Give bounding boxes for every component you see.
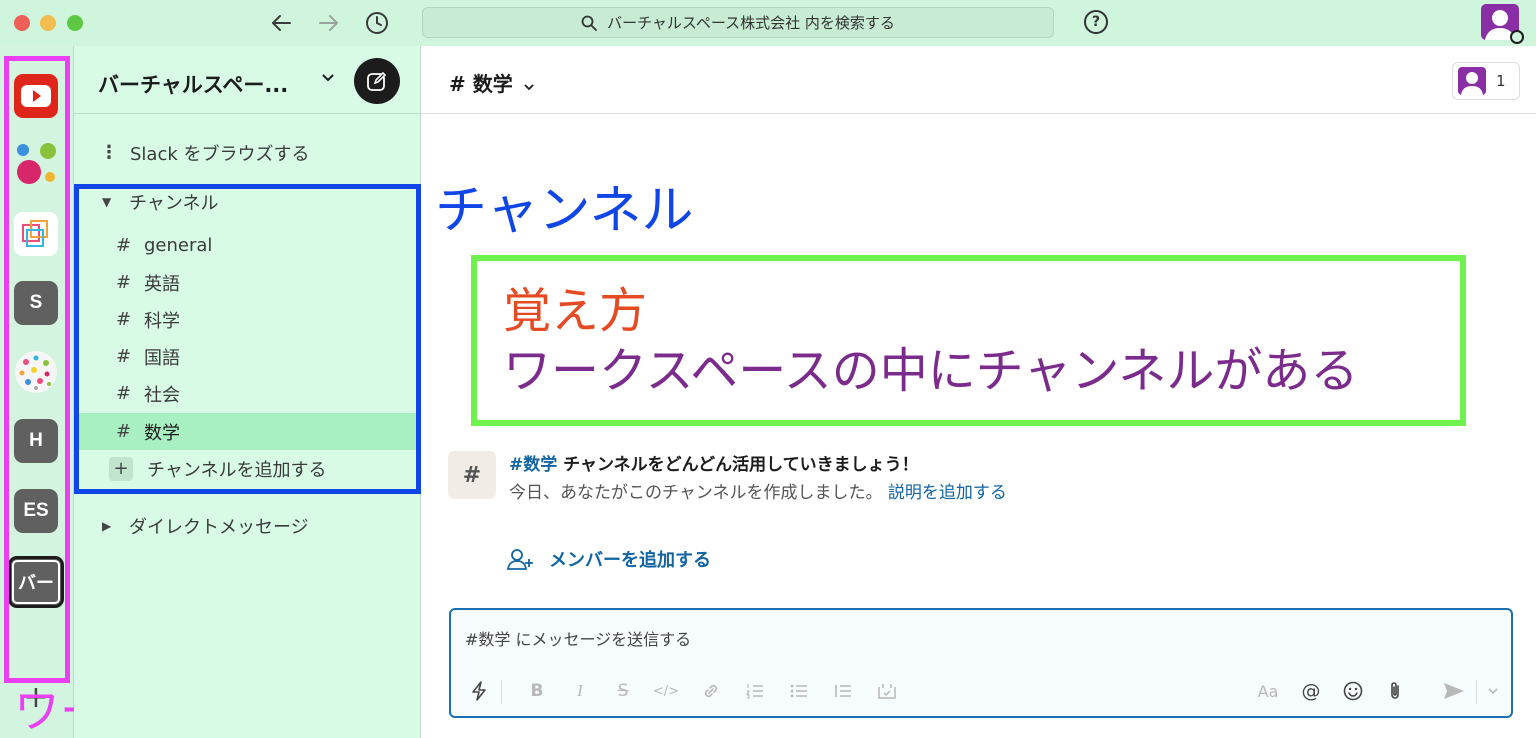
compose-icon <box>367 71 387 91</box>
blockquote-button[interactable] <box>831 678 855 704</box>
close-window-button[interactable] <box>14 15 30 31</box>
message-composer[interactable]: #数学 にメッセージを送信する B I S </> Aa @ <box>449 608 1513 718</box>
dm-section-header[interactable]: ▶ ダイレクトメッセージ <box>74 507 421 544</box>
chevron-down-icon[interactable] <box>322 70 334 86</box>
presence-status-icon <box>1510 30 1524 44</box>
more-vertical-icon: ⋮ <box>100 142 118 163</box>
member-count: 1 <box>1496 72 1506 90</box>
bullet-list-button[interactable] <box>787 678 811 704</box>
help-button[interactable]: ? <box>1084 10 1108 34</box>
history-button[interactable] <box>362 8 392 38</box>
caret-right-icon: ▶ <box>102 518 112 533</box>
memo-title: 覚え方 <box>503 283 648 339</box>
browse-slack-label: Slack をブラウズする <box>130 143 310 165</box>
minimize-window-button[interactable] <box>40 15 56 31</box>
arrow-right-icon <box>319 15 338 31</box>
browse-slack-item[interactable]: ⋮ Slack をブラウズする <box>74 134 421 171</box>
channel-title[interactable]: # 数学 <box>449 68 534 97</box>
mention-button[interactable]: @ <box>1299 678 1323 704</box>
member-avatar <box>1458 67 1486 95</box>
channel-sidebar: バーチャルスペー... ⋮ Slack をブラウズする ▼ チャンネル # ge… <box>74 46 421 738</box>
chevron-down-icon <box>524 84 534 91</box>
bullet-list-icon <box>790 684 807 698</box>
channel-view: # 数学 1 チャンネル 覚え方 ワークスペースの中にチャンネルがある # #数… <box>421 46 1536 738</box>
emoji-button[interactable] <box>1341 678 1365 704</box>
add-description-link[interactable]: 説明を追加する <box>888 483 1007 503</box>
attach-button[interactable] <box>1383 678 1407 704</box>
zoom-window-button[interactable] <box>67 15 83 31</box>
search-placeholder: バーチャルスペース株式会社 内を検索する <box>607 14 895 32</box>
back-button[interactable] <box>266 8 296 38</box>
strikethrough-button[interactable]: S <box>611 678 635 704</box>
person-icon <box>1461 72 1483 95</box>
send-button[interactable] <box>1441 678 1467 704</box>
composer-toolbar: B I S </> Aa @ <box>451 674 1511 708</box>
workspace-annotation-outline <box>4 56 70 683</box>
smile-icon <box>1343 681 1363 701</box>
send-icon <box>1444 683 1464 699</box>
code-block-button[interactable] <box>875 678 899 704</box>
compose-button[interactable] <box>354 58 400 104</box>
channel-title-text: # 数学 <box>449 72 513 96</box>
paperclip-icon <box>1391 682 1399 699</box>
add-member-button[interactable]: メンバーを追加する <box>507 546 711 572</box>
blockquote-icon <box>835 685 851 697</box>
channel-intro-title: #数学 チャンネルをどんどん活用していきましょう！ <box>509 450 919 475</box>
italic-button[interactable]: I <box>568 678 592 704</box>
code-block-icon <box>878 684 896 699</box>
channel-header: # 数学 1 <box>421 46 1536 114</box>
add-member-label: メンバーを追加する <box>549 550 711 571</box>
chevron-down-icon <box>1488 687 1498 694</box>
channel-intro-subtitle: 今日、あなたがこのチャンネルを作成しました。 説明を追加する <box>509 478 1007 503</box>
link-button[interactable] <box>699 678 723 704</box>
channel-annotation-caption: チャンネル <box>435 181 694 241</box>
dm-section-label: ダイレクトメッセージ <box>129 516 309 538</box>
lightning-icon <box>472 681 486 701</box>
ordered-list-icon <box>746 684 763 699</box>
shortcuts-button[interactable] <box>467 678 491 704</box>
channel-hash-icon: # <box>448 451 496 499</box>
channel-mention-link[interactable]: #数学 <box>509 455 557 475</box>
arrow-left-icon <box>272 15 291 31</box>
workspace-header: バーチャルスペー... <box>74 46 421 114</box>
channel-annotation-outline <box>74 184 421 494</box>
ordered-list-button[interactable] <box>743 678 767 704</box>
code-button[interactable]: </> <box>651 678 681 704</box>
title-bar: バーチャルスペース株式会社 内を検索する ? <box>0 0 1536 46</box>
help-icon: ? <box>1091 14 1101 30</box>
search-input[interactable]: バーチャルスペース株式会社 内を検索する <box>422 7 1054 38</box>
add-person-icon <box>507 549 533 570</box>
clock-icon <box>366 12 388 34</box>
link-icon <box>704 684 718 698</box>
send-options-button[interactable] <box>1483 678 1503 704</box>
memo-text: ワークスペースの中にチャンネルがある <box>503 343 1359 399</box>
workspace-name[interactable]: バーチャルスペー... <box>98 69 288 99</box>
toolbar-divider <box>501 680 502 704</box>
intro-title-text: チャンネルをどんどん活用していきましょう！ <box>557 455 919 475</box>
toolbar-divider <box>1476 680 1477 704</box>
members-button[interactable]: 1 <box>1452 62 1520 100</box>
memo-annotation-box: 覚え方 ワークスペースの中にチャンネルがある <box>471 255 1466 426</box>
search-icon <box>581 15 597 31</box>
intro-sub-text: 今日、あなたがこのチャンネルを作成しました。 <box>509 483 888 503</box>
message-input[interactable]: #数学 にメッセージを送信する <box>465 626 691 650</box>
bold-button[interactable]: B <box>525 678 549 704</box>
format-text-button[interactable]: Aa <box>1255 678 1281 704</box>
forward-button[interactable] <box>314 8 344 38</box>
